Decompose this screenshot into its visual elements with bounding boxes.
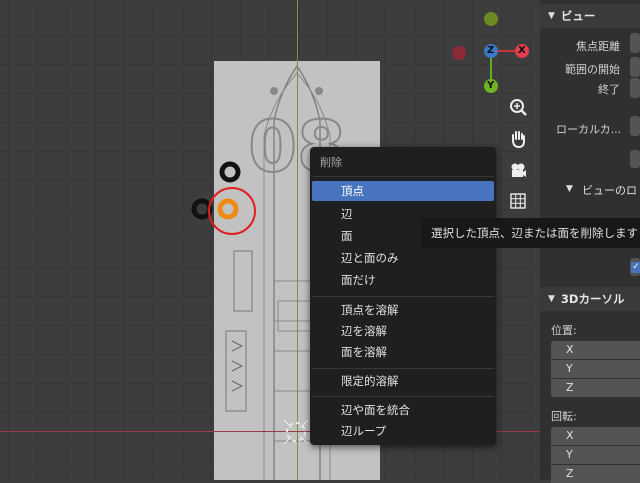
menu-item-collapse[interactable]: 辺や面を統合	[312, 400, 494, 420]
menu-item-dissolve-vertices[interactable]: 頂点を溶解	[312, 300, 494, 320]
rotation-z-field[interactable]: Z	[551, 465, 640, 483]
menu-item-only-faces[interactable]: 面だけ	[312, 270, 494, 290]
tooltip: 選択した頂点、辺または面を削除します	[421, 218, 640, 248]
selection-markers[interactable]	[185, 158, 265, 238]
menu-separator	[312, 396, 494, 397]
y-axis-label: Y	[487, 80, 495, 91]
collapse-icon: ▼	[548, 294, 555, 304]
location-label: 位置:	[551, 324, 577, 337]
view-panel-header[interactable]: ▼ ビュー	[540, 4, 640, 28]
menu-item-edges-faces-only[interactable]: 辺と面のみ	[312, 248, 494, 268]
local-camera-field[interactable]	[630, 116, 640, 136]
menu-item-dissolve-faces[interactable]: 面を溶解	[312, 342, 494, 362]
y-axis-line	[297, 0, 298, 480]
zoom-icon[interactable]	[507, 96, 529, 118]
local-camera-label: ローカルカ...	[556, 123, 622, 136]
location-y-field[interactable]: Y	[551, 360, 640, 378]
camera-icon[interactable]	[507, 159, 529, 181]
collapse-icon: ▼	[548, 11, 555, 21]
location-x-field[interactable]: X	[551, 341, 640, 359]
menu-item-edge-loops[interactable]: 辺ループ	[312, 421, 494, 441]
z-axis-label: Z	[487, 45, 495, 56]
location-z-field[interactable]: Z	[551, 379, 640, 397]
annotation-circle	[208, 187, 256, 235]
grid-icon[interactable]	[507, 190, 529, 212]
delete-context-menu: 削除 頂点 辺 面 辺と面のみ 面だけ 頂点を溶解 辺を溶解 面を溶解 限定的溶…	[310, 147, 496, 445]
menu-separator	[312, 368, 494, 369]
focal-length-field[interactable]	[630, 33, 640, 53]
menu-separator	[312, 296, 494, 297]
clip-start-field[interactable]	[630, 57, 640, 77]
3d-cursor-panel-header[interactable]: ▼ 3Dカーソル	[540, 287, 640, 311]
x-axis-label: X	[518, 45, 526, 56]
rotation-label: 回転:	[551, 410, 577, 423]
clip-end-field[interactable]	[630, 78, 640, 98]
rotation-y-field[interactable]: Y	[551, 446, 640, 464]
hand-pan-icon[interactable]	[507, 128, 529, 150]
menu-item-limited-dissolve[interactable]: 限定的溶解	[312, 371, 494, 391]
focal-length-label: 焦点距離	[576, 40, 620, 53]
menu-item-vertices[interactable]: 頂点	[312, 181, 494, 201]
view-lock-label[interactable]: ビューのロ	[582, 182, 637, 198]
rotation-x-field[interactable]: X	[551, 427, 640, 445]
menu-item-dissolve-edges[interactable]: 辺を溶解	[312, 321, 494, 341]
checkbox-checked-icon[interactable]: ✓	[631, 262, 640, 273]
selected-vertex[interactable]	[217, 198, 239, 220]
3d-cursor-icon[interactable]	[283, 419, 309, 445]
clip-end-label: 終了	[598, 83, 620, 96]
collapse-icon: ▼	[566, 184, 573, 194]
local-camera-toggle[interactable]	[630, 150, 640, 168]
menu-separator	[312, 176, 494, 177]
menu-title: 削除	[320, 156, 342, 169]
clip-start-label: 範囲の開始	[565, 63, 620, 76]
